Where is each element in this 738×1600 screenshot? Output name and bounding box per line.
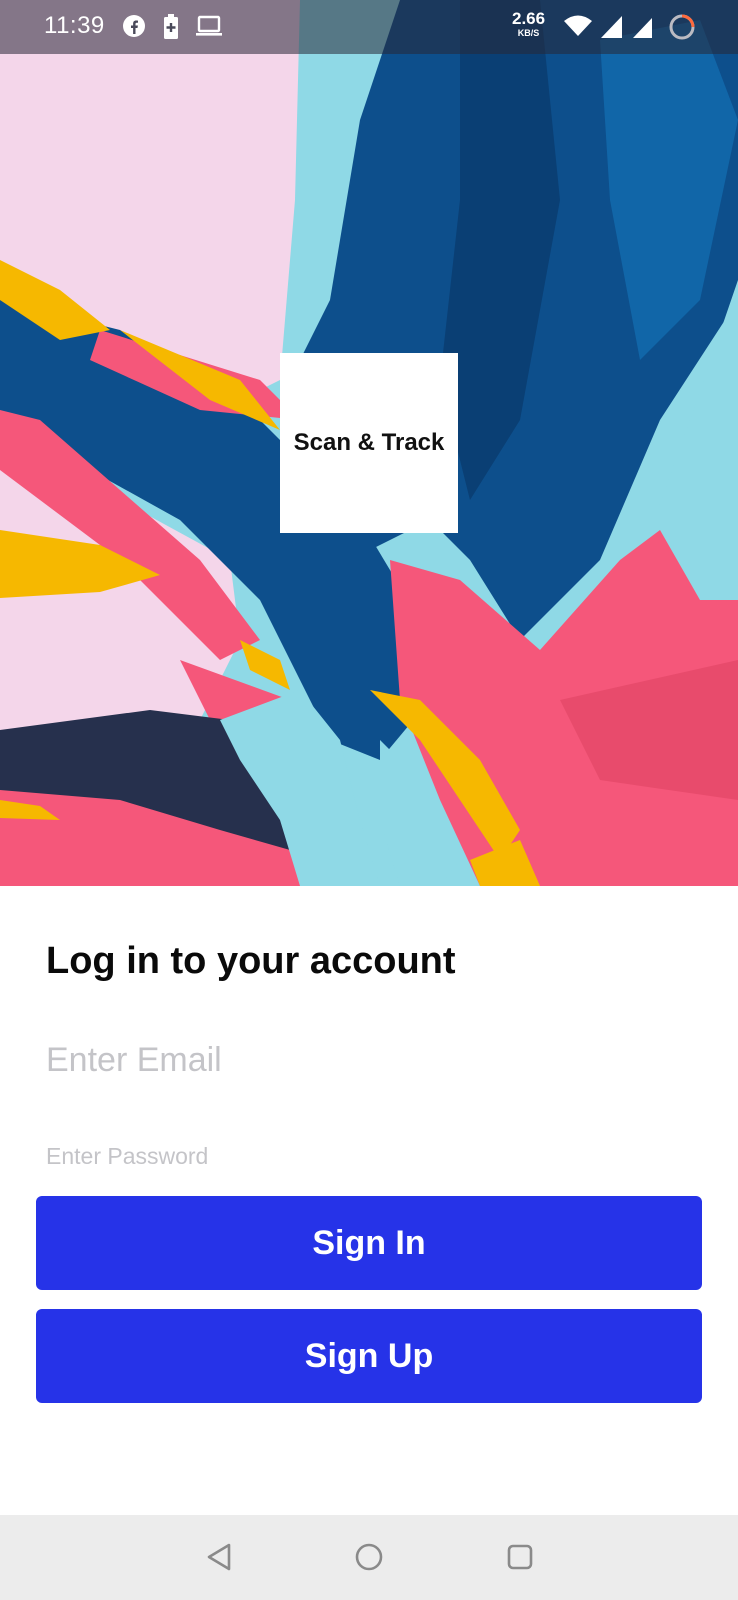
email-field[interactable] (46, 1035, 692, 1085)
status-bar: 11:39 2.66 KB/S (0, 0, 738, 54)
sign-up-button[interactable]: Sign Up (36, 1309, 702, 1403)
network-speed: 2.66 KB/S (512, 10, 545, 38)
sign-in-button[interactable]: Sign In (36, 1196, 702, 1290)
login-screen: 11:39 2.66 KB/S Scan & Track Log in to y… (0, 0, 738, 1600)
signal-icon (600, 15, 624, 44)
laptop-icon (195, 14, 223, 43)
battery-saver-icon (163, 14, 179, 45)
status-time: 11:39 (44, 12, 105, 39)
loading-ring-icon (668, 13, 696, 46)
network-speed-value: 2.66 (512, 9, 546, 28)
signal-icon-2 (632, 17, 654, 44)
back-triangle-icon[interactable] (199, 1537, 239, 1577)
home-circle-icon[interactable] (349, 1537, 389, 1577)
navigation-bar (0, 1515, 738, 1600)
network-speed-unit: KB/S (517, 28, 540, 38)
password-field[interactable] (46, 1140, 692, 1172)
app-logo: Scan & Track (280, 353, 458, 533)
page-title: Log in to your account (46, 940, 456, 982)
logo-text: Scan & Track (293, 429, 445, 456)
facebook-icon (122, 14, 146, 43)
wifi-icon (562, 14, 594, 43)
recents-square-icon[interactable] (500, 1537, 540, 1577)
